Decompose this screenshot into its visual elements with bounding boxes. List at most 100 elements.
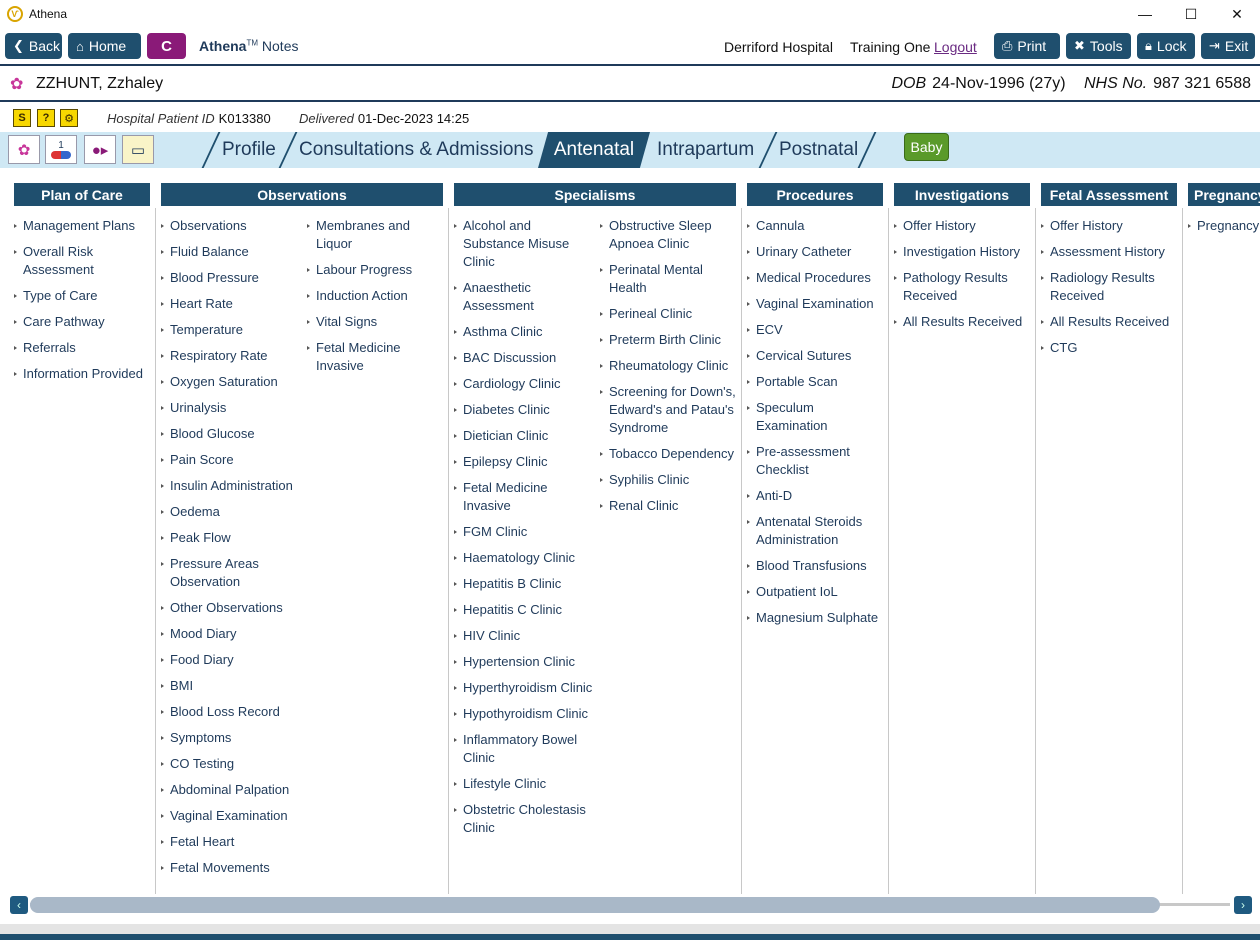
menu-link[interactable]: BAC Discussion: [454, 349, 594, 367]
c-button[interactable]: C: [147, 33, 186, 59]
menu-link[interactable]: Food Diary: [161, 651, 301, 669]
menu-link[interactable]: Blood Loss Record: [161, 703, 301, 721]
menu-link[interactable]: Obstructive Sleep Apnoea Clinic: [600, 217, 738, 253]
menu-link[interactable]: CO Testing: [161, 755, 301, 773]
print-button[interactable]: ⎙ Print: [994, 33, 1060, 59]
menu-link[interactable]: CTG: [1041, 339, 1177, 357]
menu-link[interactable]: All Results Received: [894, 313, 1030, 331]
menu-link[interactable]: Insulin Administration: [161, 477, 301, 495]
baby-arrow-icon[interactable]: ●▸: [84, 135, 116, 164]
menu-link[interactable]: Renal Clinic: [600, 497, 738, 515]
menu-link[interactable]: Induction Action: [307, 287, 443, 305]
menu-link[interactable]: All Results Received: [1041, 313, 1177, 331]
menu-link[interactable]: Fetal Heart: [161, 833, 301, 851]
menu-link[interactable]: Fetal Movements: [161, 859, 301, 877]
menu-link[interactable]: Vital Signs: [307, 313, 443, 331]
menu-link[interactable]: Information Provided: [14, 365, 152, 383]
menu-link[interactable]: Cannula: [747, 217, 887, 235]
menu-link[interactable]: Offer History: [1041, 217, 1177, 235]
menu-link[interactable]: Oedema: [161, 503, 301, 521]
menu-link[interactable]: Referrals: [14, 339, 152, 357]
tab-postnatal[interactable]: Postnatal: [779, 132, 858, 168]
menu-link[interactable]: Epilepsy Clinic: [454, 453, 594, 471]
menu-link[interactable]: Radiology Results Received: [1041, 269, 1177, 305]
menu-link[interactable]: Investigation History: [894, 243, 1030, 261]
menu-link[interactable]: Pain Score: [161, 451, 301, 469]
menu-link[interactable]: Anti-D: [747, 487, 887, 505]
horizontal-scrollbar[interactable]: ‹ ›: [8, 896, 1252, 914]
menu-link[interactable]: Pre-assessment Checklist: [747, 443, 887, 479]
alert-icon[interactable]: ⚙: [60, 109, 78, 127]
menu-link[interactable]: Hypothyroidism Clinic: [454, 705, 594, 723]
menu-link[interactable]: Anaesthetic Assessment: [454, 279, 594, 315]
menu-link[interactable]: Offer History: [894, 217, 1030, 235]
menu-link[interactable]: Antenatal Steroids Administration: [747, 513, 887, 549]
menu-link[interactable]: Asthma Clinic: [454, 323, 594, 341]
menu-link[interactable]: Urinalysis: [161, 399, 301, 417]
exit-button[interactable]: ⇥ Exit: [1201, 33, 1255, 59]
menu-link[interactable]: Other Observations: [161, 599, 301, 617]
menu-link[interactable]: Urinary Catheter: [747, 243, 887, 261]
menu-link[interactable]: Observations: [161, 217, 301, 235]
menu-link[interactable]: Tobacco Dependency: [600, 445, 738, 463]
menu-link[interactable]: Hepatitis C Clinic: [454, 601, 594, 619]
logout-link[interactable]: Logout: [934, 39, 977, 55]
menu-link[interactable]: Vaginal Examination: [747, 295, 887, 313]
menu-link[interactable]: Blood Pressure: [161, 269, 301, 287]
safeguarding-icon[interactable]: S: [13, 109, 31, 127]
note-icon[interactable]: ▭: [122, 135, 154, 164]
menu-link[interactable]: Perinatal Mental Health: [600, 261, 738, 297]
menu-link[interactable]: Perineal Clinic: [600, 305, 738, 323]
back-button[interactable]: ❮ Back: [5, 33, 62, 59]
menu-link[interactable]: Alcohol and Substance Misuse Clinic: [454, 217, 594, 271]
menu-link[interactable]: Pressure Areas Observation: [161, 555, 301, 591]
menu-link[interactable]: Obstetric Cholestasis Clinic: [454, 801, 594, 837]
menu-link[interactable]: Syphilis Clinic: [600, 471, 738, 489]
menu-link[interactable]: Blood Transfusions: [747, 557, 887, 575]
baby-button[interactable]: Baby: [904, 133, 949, 161]
tab-profile[interactable]: Profile: [222, 132, 276, 168]
menu-link[interactable]: Hepatitis B Clinic: [454, 575, 594, 593]
menu-link[interactable]: Overall Risk Assessment: [14, 243, 152, 279]
menu-link[interactable]: Cervical Sutures: [747, 347, 887, 365]
menu-link[interactable]: Fetal Medicine Invasive: [454, 479, 594, 515]
menu-link[interactable]: Fluid Balance: [161, 243, 301, 261]
menu-link[interactable]: BMI: [161, 677, 301, 695]
scroll-left-icon[interactable]: ‹: [10, 896, 28, 914]
menu-link[interactable]: Hypertension Clinic: [454, 653, 594, 671]
tab-consultations[interactable]: Consultations & Admissions: [299, 132, 533, 168]
lock-button[interactable]: 🔒︎ Lock: [1137, 33, 1195, 59]
menu-link[interactable]: Inflammatory Bowel Clinic: [454, 731, 594, 767]
minimize-icon[interactable]: —: [1122, 0, 1168, 28]
menu-link[interactable]: Management Plans: [14, 217, 152, 235]
menu-link[interactable]: Pathology Results Received: [894, 269, 1030, 305]
scroll-thumb[interactable]: [30, 897, 1160, 913]
flower-icon[interactable]: ✿: [8, 135, 40, 164]
menu-link[interactable]: Peak Flow: [161, 529, 301, 547]
menu-link[interactable]: Oxygen Saturation: [161, 373, 301, 391]
menu-link[interactable]: Vaginal Examination: [161, 807, 301, 825]
menu-link[interactable]: Heart Rate: [161, 295, 301, 313]
menu-link[interactable]: Abdominal Palpation: [161, 781, 301, 799]
menu-link[interactable]: Mood Diary: [161, 625, 301, 643]
menu-link[interactable]: Membranes and Liquor: [307, 217, 443, 253]
scroll-right-icon[interactable]: ›: [1234, 896, 1252, 914]
menu-link[interactable]: Blood Glucose: [161, 425, 301, 443]
menu-link[interactable]: FGM Clinic: [454, 523, 594, 541]
menu-link[interactable]: HIV Clinic: [454, 627, 594, 645]
menu-link[interactable]: Portable Scan: [747, 373, 887, 391]
menu-link[interactable]: Type of Care: [14, 287, 152, 305]
tab-antenatal[interactable]: Antenatal: [538, 132, 650, 168]
menu-link[interactable]: Screening for Down's, Edward's and Patau…: [600, 383, 738, 437]
menu-link[interactable]: Lifestyle Clinic: [454, 775, 594, 793]
menu-link[interactable]: Symptoms: [161, 729, 301, 747]
menu-link[interactable]: Outpatient IoL: [747, 583, 887, 601]
menu-link[interactable]: Assessment History: [1041, 243, 1177, 261]
menu-link[interactable]: Fetal Medicine Invasive: [307, 339, 443, 375]
maximize-icon[interactable]: ☐: [1168, 0, 1214, 28]
close-icon[interactable]: ✕: [1214, 0, 1260, 28]
menu-link[interactable]: Haematology Clinic: [454, 549, 594, 567]
tools-button[interactable]: ✖ Tools: [1066, 33, 1131, 59]
menu-link[interactable]: Labour Progress: [307, 261, 443, 279]
menu-link[interactable]: Medical Procedures: [747, 269, 887, 287]
